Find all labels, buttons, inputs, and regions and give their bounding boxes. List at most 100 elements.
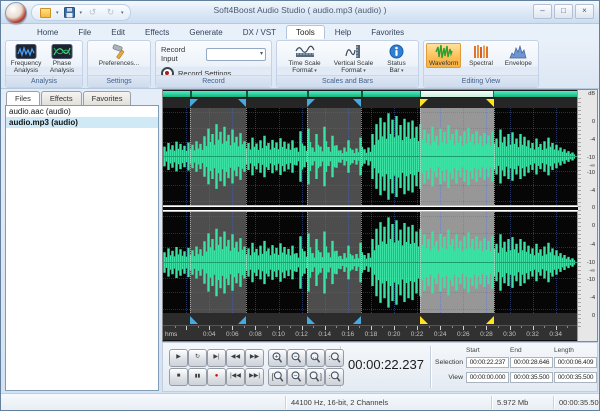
table-header-end: End [510, 347, 553, 354]
menu-tab-file[interactable]: File [68, 25, 101, 39]
loop-button[interactable]: ↻ [188, 349, 207, 367]
go-to-end-button[interactable]: ▶▶| [245, 368, 264, 386]
table-cell-selection-start[interactable]: 00:00:22.237 [466, 357, 509, 368]
ribbon-group-analysis: Frequency Analysis Phase Analysis Analys… [5, 40, 83, 88]
panel-tab-favorites[interactable]: Favorites [83, 91, 132, 105]
db-scale-label: 0 [592, 313, 595, 319]
db-scale-label: 0 [592, 223, 595, 229]
waveform-display[interactable]: hms0:040:060:080:100:120:140:160:180:200… [163, 90, 578, 341]
envelope-view-button[interactable]: Envelope [501, 43, 536, 68]
waveform-view-button[interactable]: Waveform [426, 43, 461, 68]
selection-flag-top[interactable] [420, 99, 428, 107]
fast-forward-button[interactable]: ▶▶ [245, 349, 264, 367]
maximize-button[interactable]: □ [554, 4, 573, 19]
status-file-size: 5.972 Mb [497, 398, 528, 407]
minimize-button[interactable]: – [533, 4, 552, 19]
table-cell-view-end[interactable]: 00:00:35.500 [510, 372, 553, 383]
spectral-view-button[interactable]: Spectral [463, 43, 498, 68]
zoom-out-icon: − [290, 351, 303, 364]
phase-analysis-icon [51, 44, 73, 59]
menu-tab-help[interactable]: Help [325, 25, 361, 39]
zoom-horizontal-in-icon: : [328, 351, 341, 364]
record-button[interactable]: ● [207, 368, 226, 386]
menu-tab-dx-vst[interactable]: DX / VST [233, 25, 286, 39]
marker-flag-top[interactable] [238, 99, 246, 107]
file-item[interactable]: audio.mp3 (audio) [6, 117, 158, 128]
zoom-horizontal-in-button[interactable]: : [325, 349, 344, 367]
panel-tab-effects[interactable]: Effects [41, 91, 82, 105]
db-scale-label: -∞ [589, 268, 595, 274]
marker-flag-bottom[interactable] [190, 316, 198, 324]
ruler-tick [417, 326, 418, 330]
panel-separator [430, 346, 431, 388]
app-window: ▾ ▾ ↺ ↻ ▾ Soft4Boost Audio Studio ( audi… [0, 0, 600, 411]
table-cell-selection-end[interactable]: 00:00:28.646 [510, 357, 553, 368]
menu-tab-home[interactable]: Home [27, 25, 68, 39]
marker-strip-top[interactable] [163, 98, 578, 108]
close-button[interactable]: × [575, 4, 594, 19]
marker-strip-bottom[interactable] [163, 313, 578, 325]
time-scale-format-button[interactable]: Time Scale Format [282, 43, 328, 76]
db-scale-label: -10 [587, 277, 595, 283]
selection-flag-top[interactable] [486, 99, 494, 107]
menu-tab-effects[interactable]: Effects [135, 25, 179, 39]
zoom-previous-button[interactable]: ] [306, 368, 325, 386]
zoom-previous-icon: ] [309, 370, 322, 383]
rewind-button[interactable]: ◀◀ [226, 349, 245, 367]
preferences-button[interactable]: Preferences... [90, 43, 148, 68]
phase-analysis-button[interactable]: Phase Analysis [44, 43, 80, 75]
overview-strip[interactable] [163, 90, 578, 98]
file-item[interactable]: audio.aac (audio) [6, 106, 158, 117]
ribbon: Frequency Analysis Phase Analysis Analys… [1, 39, 599, 89]
zoom-selection-button[interactable]: [ [268, 368, 287, 386]
ribbon-group-settings: Preferences... Settings [87, 40, 151, 88]
stop-button[interactable]: ■ [169, 368, 188, 386]
zoom-in-icon: + [271, 351, 284, 364]
db-scale-label: -4 [590, 242, 595, 248]
marker-flag-bottom[interactable] [353, 316, 361, 324]
play-button[interactable]: ▶ [169, 349, 188, 367]
overview-selection[interactable] [420, 91, 494, 97]
table-cell-view-start[interactable]: 00:00:00.000 [466, 372, 509, 383]
pause-button[interactable]: ▮▮ [188, 368, 207, 386]
ruler-tick [429, 326, 430, 328]
zoom-out-button[interactable]: − [287, 349, 306, 367]
zoom-vertical-in-button[interactable]: : [325, 368, 344, 386]
hammer-icon [110, 44, 128, 59]
record-input-select[interactable] [206, 48, 266, 61]
db-scale-label: -4 [590, 295, 595, 301]
frequency-analysis-button[interactable]: Frequency Analysis [8, 43, 44, 75]
marker-flag-bottom[interactable] [307, 316, 315, 324]
table-cell-view-length[interactable]: 00:00:35.500 [554, 372, 597, 383]
menu-tab-tools[interactable]: Tools [286, 25, 325, 39]
marker-flag-bottom[interactable] [238, 316, 246, 324]
db-scale-label: -4 [590, 137, 595, 143]
menu-tab-generate[interactable]: Generate [179, 25, 232, 39]
ribbon-group-scales-bars: Time Scale Format Vertical Scale Format [276, 40, 419, 88]
selection-flag-bottom[interactable] [420, 316, 428, 324]
play-file-button[interactable]: ▶| [207, 349, 226, 367]
vertical-scale-format-button[interactable]: Vertical Scale Format [328, 43, 380, 76]
marker-flag-top[interactable] [353, 99, 361, 107]
marker-flag-top[interactable] [190, 99, 198, 107]
menu-tab-favorites[interactable]: Favorites [361, 25, 414, 39]
menu-tab-edit[interactable]: Edit [101, 25, 135, 39]
marker-flag-top[interactable] [307, 99, 315, 107]
ruler-tick [198, 326, 199, 328]
ruler-tick [498, 326, 499, 328]
zoom-in-button[interactable]: + [268, 349, 287, 367]
table-cell-selection-length[interactable]: 00:00:06.409 [554, 357, 597, 368]
status-bar-button[interactable]: Status Bar [380, 43, 414, 76]
ruler-tick [463, 326, 464, 330]
go-to-start-button[interactable]: |◀◀ [226, 368, 245, 386]
waveform-channels[interactable] [163, 108, 578, 313]
panel-tab-files[interactable]: Files [6, 91, 40, 105]
menu-tab-bar: HomeFileEditEffectsGenerateDX / VSTTools… [27, 23, 595, 39]
zoom-out-full-button[interactable]: − [287, 368, 306, 386]
db-scale-label: -4 [590, 188, 595, 194]
ruler-tick [521, 326, 522, 328]
selection-flag-bottom[interactable] [486, 316, 494, 324]
ruler-tick [279, 326, 280, 330]
zoom-full-button[interactable]: ‥ [306, 349, 325, 367]
time-ruler[interactable]: hms0:040:060:080:100:120:140:160:180:200… [163, 325, 578, 340]
